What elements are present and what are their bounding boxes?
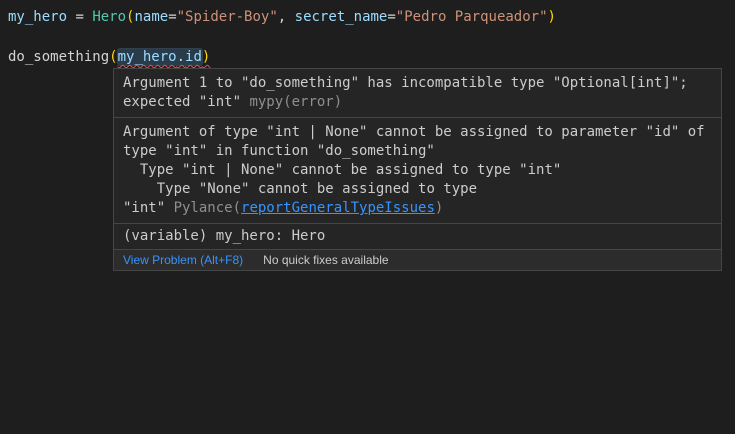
mypy-diagnostic-section: Argument 1 to "do_something" has incompa… — [114, 69, 721, 117]
code-line-1[interactable]: my_hero = Hero(name="Spider-Boy", secret… — [8, 7, 735, 27]
code-line-3[interactable]: do_something(my_hero.id) — [8, 47, 735, 67]
code-line-blank[interactable] — [8, 27, 735, 47]
view-problem-link[interactable]: View Problem (Alt+F8) — [123, 253, 243, 267]
equals-token: = — [387, 9, 395, 25]
error-range: my_hero.id) — [118, 49, 211, 65]
function-token: do_something — [8, 49, 109, 65]
variable-token: my_hero — [118, 49, 177, 65]
code-editor[interactable]: my_hero = Hero(name="Spider-Boy", secret… — [0, 0, 735, 434]
no-quick-fixes-label: No quick fixes available — [263, 253, 388, 267]
string-token: "Pedro Parqueador" — [396, 9, 548, 25]
operator-token: = — [67, 9, 92, 25]
mypy-diagnostic-message: Argument 1 to "do_something" has incompa… — [123, 75, 688, 110]
pylance-source-suffix: ) — [435, 200, 443, 216]
pylance-source-prefix: Pylance( — [174, 200, 241, 216]
variable-type-info: (variable) my_hero: Hero — [114, 223, 721, 249]
variable-token: my_hero — [8, 9, 67, 25]
pylance-diagnostic-section: Argument of type "int | None" cannot be … — [114, 117, 721, 223]
mypy-source-label: mypy(error) — [249, 94, 342, 110]
hovered-identifier[interactable]: my_hero.id — [118, 49, 202, 65]
close-paren-token: ) — [202, 49, 210, 65]
kwarg-name-token: secret_name — [295, 9, 388, 25]
string-token: "Spider-Boy" — [177, 9, 278, 25]
dot-token: . — [177, 49, 185, 65]
equals-token: = — [168, 9, 176, 25]
tooltip-status-bar: View Problem (Alt+F8) No quick fixes ava… — [114, 249, 721, 270]
close-paren-token: ) — [548, 9, 556, 25]
hover-tooltip: Argument 1 to "do_something" has incompa… — [113, 68, 722, 271]
kwarg-name-token: name — [134, 9, 168, 25]
class-token: Hero — [92, 9, 126, 25]
comma-token: , — [278, 9, 295, 25]
open-paren-token: ( — [109, 49, 117, 65]
report-general-type-issues-link[interactable]: reportGeneralTypeIssues — [241, 200, 435, 216]
attribute-token: id — [185, 49, 202, 65]
variable-type-text: (variable) my_hero: Hero — [123, 228, 325, 244]
